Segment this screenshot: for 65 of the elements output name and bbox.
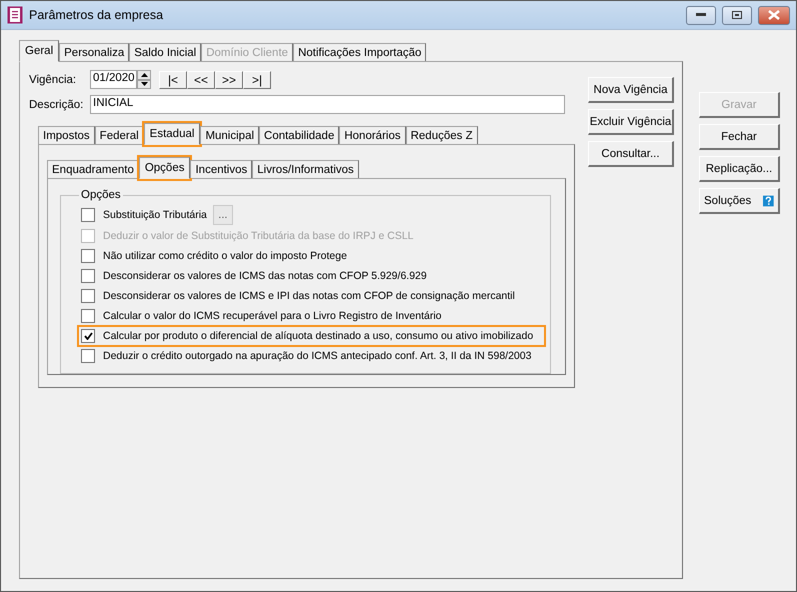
nav-button[interactable]: >> — [215, 70, 243, 88]
tab[interactable]: Reduções Z — [406, 126, 478, 144]
maximize-icon — [732, 11, 742, 19]
tab[interactable]: Personaliza — [59, 43, 130, 61]
checkbox[interactable] — [81, 289, 95, 303]
checkbox[interactable] — [81, 208, 95, 222]
checkbox[interactable] — [81, 309, 95, 323]
document-icon — [7, 6, 23, 24]
tab[interactable]: Opções — [138, 157, 190, 179]
action-button[interactable]: Consultar... — [588, 141, 674, 167]
tab[interactable]: Saldo Inicial — [129, 43, 202, 61]
tab[interactable]: Notificações Importação — [293, 43, 426, 61]
action-button[interactable]: Replicação... — [699, 156, 780, 182]
tab[interactable]: Municipal — [200, 126, 260, 144]
checkbox-option[interactable]: Deduzir o crédito outorgado na apuração do ICMS antecipado conf. Art. 3, II da IN 598/2003 — [79, 347, 544, 365]
option-label: Calcular o valor do ICMS recuperável para o Livro Registro de Inventário — [103, 310, 442, 322]
tab[interactable]: Estadual — [144, 123, 200, 145]
checkbox[interactable] — [81, 349, 95, 363]
maximize-button[interactable] — [722, 6, 752, 24]
description-field[interactable]: INICIAL — [90, 95, 565, 114]
option-label: Desconsiderar os valores de ICMS das notas com CFOP 5.929/6.929 — [103, 270, 427, 282]
option-label: Não utilizar como crédito o valor do imposto Protege — [103, 250, 347, 262]
tab[interactable]: Incentivos — [190, 160, 252, 178]
option-label: Calcular por produto o diferencial de alíquota destinado a uso, consumo ou ativo imobilizado — [103, 330, 534, 342]
tab[interactable]: Impostos — [38, 126, 95, 144]
checkbox-option[interactable]: Calcular por produto o diferencial de alíquota destinado a uso, consumo ou ativo imobilizado — [79, 327, 544, 345]
option-label: Desconsiderar os valores de ICMS e IPI das notas com CFOP de consignação mercantil — [103, 290, 515, 302]
field-label: Vigência: — [29, 74, 78, 86]
up-arrow-icon — [140, 72, 148, 77]
nav-button[interactable]: |< — [159, 70, 187, 88]
window-title: Parâmetros da empresa — [29, 8, 164, 22]
date-field[interactable]: 01/2020 — [90, 70, 137, 89]
group-title: Opções — [80, 189, 122, 201]
action-button[interactable]: Nova Vigência — [588, 77, 674, 103]
minimize-icon — [696, 13, 706, 17]
tab[interactable]: Honorários — [339, 126, 406, 144]
spin-control[interactable] — [137, 70, 151, 89]
action-button[interactable]: Excluir Vigência — [588, 109, 674, 135]
action-button[interactable]: Soluções — [699, 188, 780, 214]
action-button[interactable]: Fechar — [699, 124, 780, 150]
field-label: Descrição: — [29, 98, 84, 110]
option-label: Deduzir o crédito outorgado na apuração do ICMS antecipado conf. Art. 3, II da IN 598/2003 — [103, 350, 532, 362]
checkbox[interactable] — [81, 329, 95, 343]
close-button[interactable] — [758, 6, 790, 24]
checkbox-option[interactable]: Não utilizar como crédito o valor do imposto Protege — [79, 247, 544, 265]
ellipsis-button[interactable]: ... — [212, 205, 233, 225]
help-icon — [763, 192, 774, 208]
checkbox[interactable] — [81, 249, 95, 263]
tab[interactable]: Geral — [19, 40, 60, 62]
nav-button[interactable]: >| — [243, 70, 271, 88]
checkbox[interactable] — [81, 269, 95, 283]
tab[interactable]: Livros/Informativos — [252, 160, 359, 178]
down-arrow-icon — [140, 82, 148, 86]
tab[interactable]: Contabilidade — [259, 126, 340, 144]
tab[interactable]: Federal — [94, 126, 144, 144]
checkbox-option[interactable]: Desconsiderar os valores de ICMS e IPI das notas com CFOP de consignação mercantil — [79, 287, 544, 305]
nav-button[interactable]: << — [187, 70, 215, 88]
checkbox-option[interactable]: Calcular o valor do ICMS recuperável para o Livro Registro de Inventário — [79, 307, 544, 325]
checkbox-option[interactable]: Desconsiderar os valores de ICMS das notas com CFOP 5.929/6.929 — [79, 267, 544, 285]
close-icon — [768, 10, 780, 20]
tab[interactable]: Enquadramento — [47, 160, 139, 178]
minimize-button[interactable] — [686, 6, 716, 24]
checkbox-option[interactable]: Substituição Tributária ... — [79, 205, 544, 225]
option-label: Substituição Tributária — [103, 209, 207, 221]
option-label: Deduzir o valor de Substituição Tributária da base do IRPJ e CSLL — [103, 230, 414, 242]
